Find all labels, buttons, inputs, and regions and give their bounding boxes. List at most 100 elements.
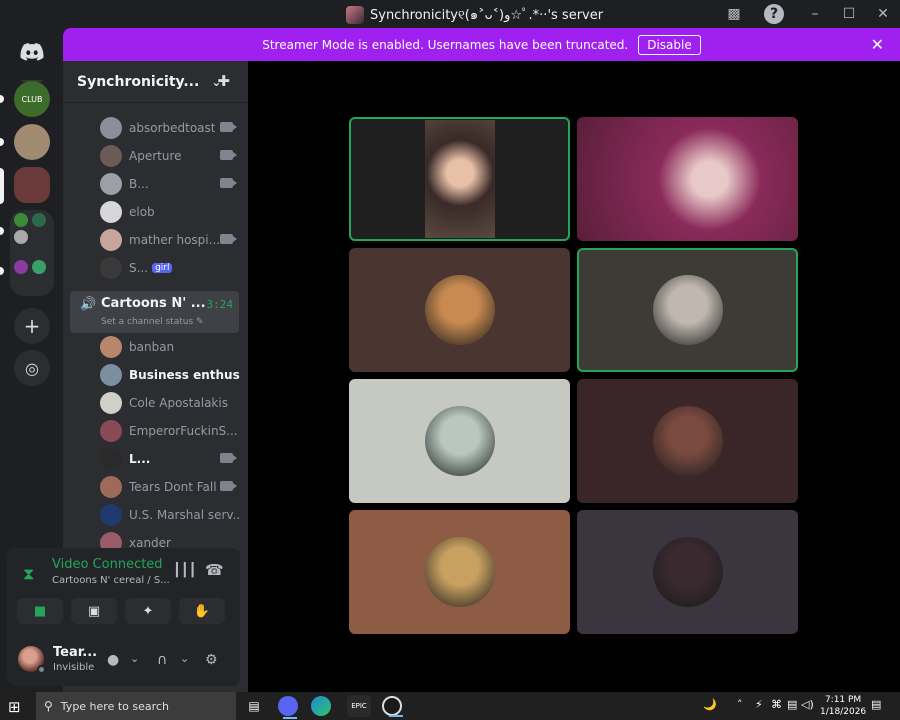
avatar [100, 392, 122, 414]
headset-icon[interactable]: ∩ [157, 652, 167, 668]
headset-dropdown-icon[interactable]: ⌄ [180, 652, 189, 665]
banner-close-icon[interactable]: ✕ [871, 35, 884, 54]
status-indicator [37, 665, 46, 674]
video-tile[interactable] [577, 379, 798, 503]
member-item[interactable]: U.S. Marshal serv... [100, 502, 240, 528]
avatar [100, 336, 122, 358]
member-item[interactable]: banban [100, 334, 240, 360]
avatar [424, 537, 495, 607]
video-tile[interactable] [349, 248, 570, 372]
microphone-icon[interactable]: ● [107, 652, 119, 668]
activities-button[interactable]: ✦ [125, 598, 171, 624]
windows-start-icon[interactable]: ⊞ [8, 698, 21, 716]
avatar [652, 406, 723, 476]
speaker-icon: 🔊 [80, 297, 97, 312]
unread-pill [0, 95, 4, 103]
notification-icon[interactable]: ▤ [871, 698, 881, 711]
tray-app-icon[interactable]: ⌘ [771, 698, 782, 711]
channel-status[interactable]: Set a channel status ✎ [101, 317, 204, 327]
member-item[interactable]: mather hospi... [100, 227, 240, 253]
voice-status-title[interactable]: Video Connected [52, 557, 163, 572]
streamer-mode-banner: Streamer Mode is enabled. Usernames have… [63, 28, 900, 61]
disable-button[interactable]: Disable [638, 34, 701, 55]
obs-taskbar-icon[interactable] [382, 696, 403, 717]
member-item[interactable]: absorbedtoast [100, 115, 240, 141]
member-item[interactable]: Tears Dont Fall [100, 474, 240, 500]
folder-server-icon [14, 230, 28, 244]
clock-time: 7:11 PM [824, 695, 862, 705]
mic-dropdown-icon[interactable]: ⌄ [130, 652, 139, 665]
invite-icon[interactable]: ✚ [217, 72, 230, 90]
unread-pill [0, 227, 4, 235]
epic-games-taskbar-icon[interactable]: EPIC [347, 695, 371, 717]
disconnect-icon[interactable]: ☎ [205, 561, 224, 579]
video-tile[interactable] [349, 117, 570, 241]
tray-app-icon[interactable]: ⚡ [755, 698, 763, 711]
video-camera-icon [220, 122, 237, 132]
video-tile[interactable] [577, 117, 798, 241]
member-item[interactable]: Cole Apostalakis [100, 390, 240, 416]
member-name: L... [129, 452, 151, 466]
member-item[interactable]: EmperorFuckinS... [100, 418, 240, 444]
night-light-icon[interactable]: 🌙 [703, 698, 717, 711]
avatar [100, 448, 122, 470]
video-tile[interactable] [349, 379, 570, 503]
camera-button[interactable]: ■ [17, 598, 63, 624]
help-icon[interactable]: ? [764, 4, 784, 24]
server-icon-synchronicity[interactable] [14, 167, 50, 203]
title-bar: Synchronicity୧(๑˃ᴗ˂)ﻭ☆ﾟ.*‧‧'s server ▩ ?… [0, 0, 900, 28]
voice-channel-name: Cartoons N' ... [101, 296, 206, 311]
volume-icon[interactable]: ◁) [801, 698, 814, 711]
video-tile[interactable] [349, 510, 570, 634]
member-item[interactable]: S... girl [100, 255, 240, 281]
avatar [100, 476, 122, 498]
screen-share-button[interactable]: ▣ [71, 598, 117, 624]
member-name: mather hospi... [129, 233, 221, 247]
task-view-icon[interactable]: ▤ [242, 695, 266, 717]
member-item[interactable]: elob [100, 199, 240, 225]
discord-taskbar-icon[interactable] [278, 696, 298, 719]
voice-channel-active[interactable]: 🔊 Cartoons N' ... 3:24 Set a channel sta… [70, 291, 239, 333]
show-hidden-icon[interactable]: ˄ [737, 698, 743, 711]
discover-icon[interactable]: ◎ [14, 350, 50, 386]
folder-server-icon [14, 260, 28, 274]
member-item[interactable]: L... [100, 446, 240, 472]
close-button[interactable]: ✕ [866, 0, 900, 28]
avatar [100, 229, 122, 251]
unread-pill [0, 267, 4, 275]
server-folder[interactable] [10, 210, 54, 296]
discord-home-icon[interactable] [14, 34, 50, 70]
minimize-button[interactable]: – [798, 0, 832, 28]
server-icon-cat[interactable] [14, 124, 50, 160]
server-icon-cool[interactable]: CLUB [14, 81, 50, 117]
maximize-button[interactable]: ☐ [832, 0, 866, 28]
member-name: U.S. Marshal serv... [129, 508, 240, 522]
video-tile[interactable] [577, 248, 798, 372]
server-header[interactable]: Synchronicity... ⌄ ✚ [63, 61, 248, 103]
member-tag: girl [152, 263, 173, 273]
add-server-icon[interactable]: + [14, 308, 50, 344]
avatar [100, 145, 122, 167]
search-icon: ⚲ [44, 699, 53, 713]
video-camera-icon [220, 481, 237, 491]
selected-pill [0, 168, 4, 204]
avatar [652, 537, 723, 607]
member-item[interactable]: B... [100, 171, 240, 197]
settings-gear-icon[interactable]: ⚙ [205, 652, 218, 668]
avatar [100, 201, 122, 223]
soundboard-button[interactable]: ✋ [179, 598, 225, 624]
inbox-icon[interactable]: ▩ [724, 4, 744, 24]
video-feed [577, 117, 798, 241]
video-tile[interactable] [577, 510, 798, 634]
battery-icon[interactable]: ▤ [787, 698, 797, 711]
taskbar-clock[interactable]: 7:11 PM 1/18/2026 [820, 694, 866, 718]
taskbar-search[interactable]: ⚲ Type here to search [36, 692, 236, 720]
noise-suppression-icon[interactable]: ┃┃┃ [173, 563, 196, 578]
member-name: banban [129, 340, 175, 354]
member-item[interactable]: Business enthusi... [100, 362, 240, 388]
username[interactable]: Tear... [53, 645, 97, 660]
edge-taskbar-icon[interactable] [311, 696, 331, 716]
user-status: Invisible [53, 662, 95, 673]
member-item[interactable]: Aperture [100, 143, 240, 169]
voice-status-subtitle[interactable]: Cartoons N' cereal / S... [52, 575, 170, 586]
